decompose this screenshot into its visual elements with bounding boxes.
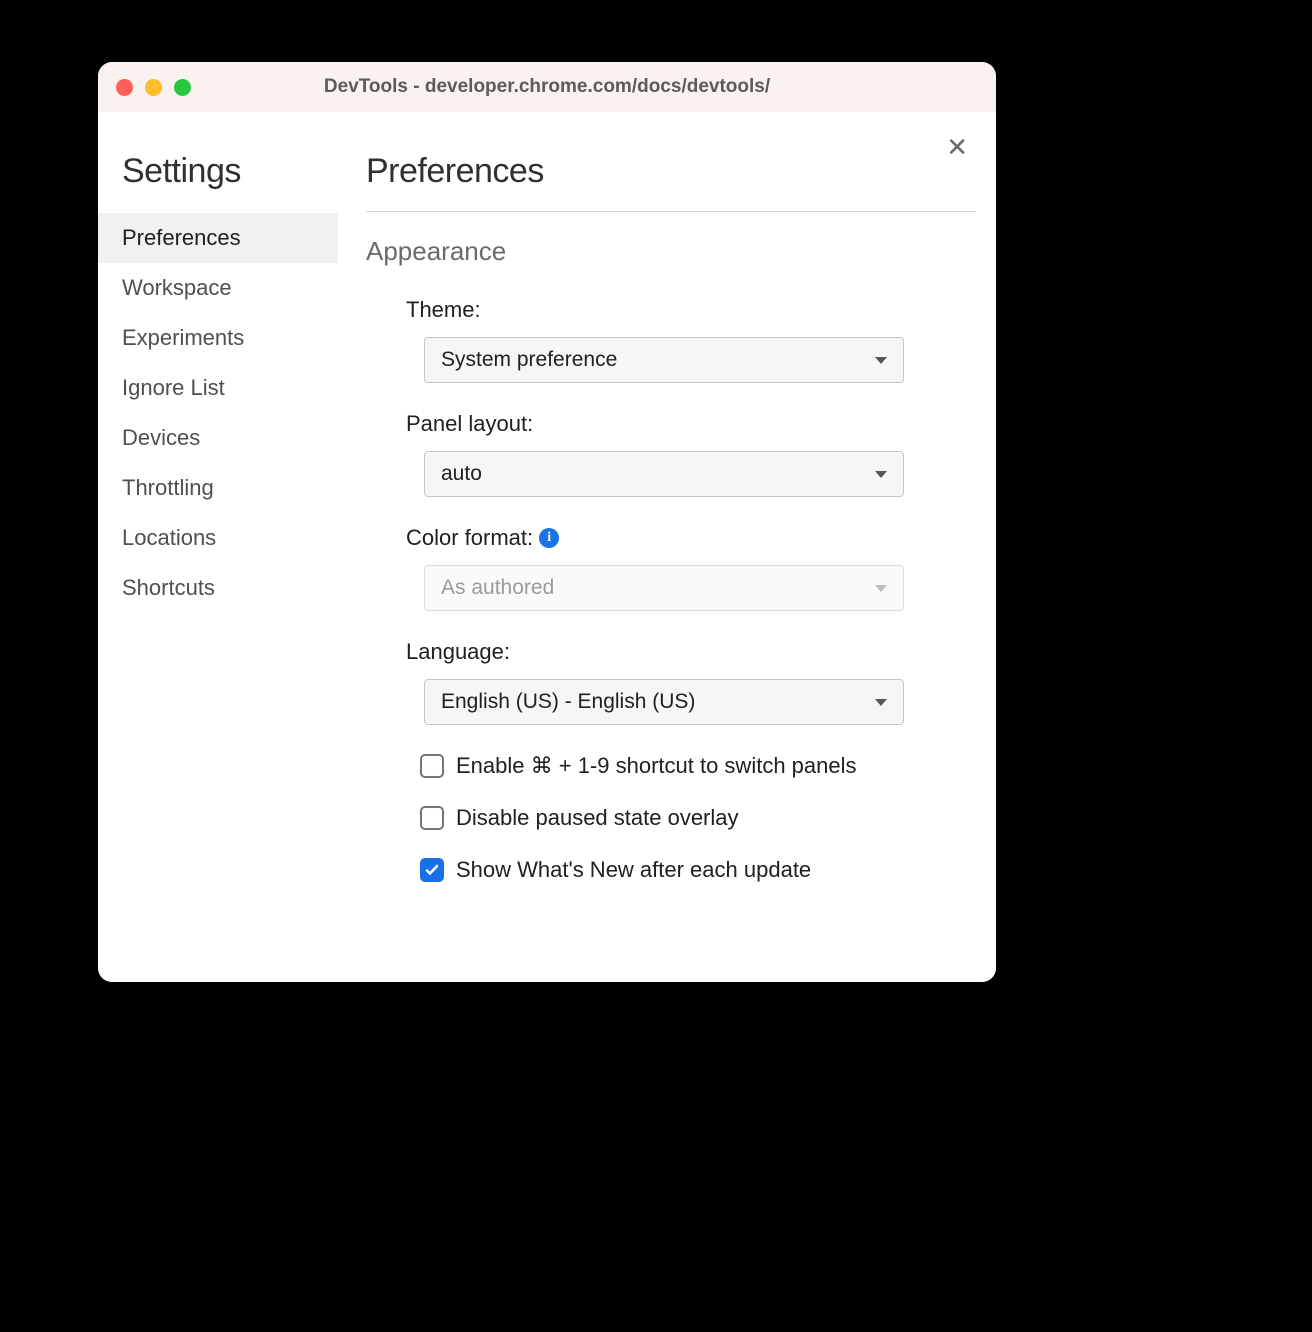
sidebar-title: Settings [122, 152, 338, 191]
color-format-value: As authored [441, 576, 554, 600]
color-format-label: Color format: i [406, 525, 976, 551]
panel-layout-label: Panel layout: [406, 411, 976, 437]
window-title: DevTools - developer.chrome.com/docs/dev… [324, 76, 770, 98]
color-format-label-text: Color format: [406, 525, 533, 551]
sidebar-item-devices[interactable]: Devices [98, 413, 338, 463]
traffic-lights [116, 79, 191, 96]
language-label: Language: [406, 639, 976, 665]
minimize-window-button[interactable] [145, 79, 162, 96]
checkbox-label: Show What's New after each update [456, 857, 811, 883]
field-panel-layout: Panel layout: auto [366, 411, 976, 497]
settings-content: ✕ Settings PreferencesWorkspaceExperimen… [98, 112, 996, 982]
field-color-format: Color format: i As authored [366, 525, 976, 611]
panel-layout-value: auto [441, 462, 482, 486]
theme-select[interactable]: System preference [424, 337, 904, 383]
info-icon[interactable]: i [539, 528, 559, 548]
chevron-down-icon [875, 471, 887, 478]
checkbox-label: Disable paused state overlay [456, 805, 739, 831]
sidebar-item-preferences[interactable]: Preferences [98, 213, 338, 263]
devtools-settings-window: DevTools - developer.chrome.com/docs/dev… [98, 62, 996, 982]
titlebar: DevTools - developer.chrome.com/docs/dev… [98, 62, 996, 112]
section-title-appearance: Appearance [366, 236, 976, 267]
sidebar-item-throttling[interactable]: Throttling [98, 463, 338, 513]
checkbox[interactable] [420, 806, 444, 830]
field-language: Language: English (US) - English (US) [366, 639, 976, 725]
checkbox-row: Enable ⌘ + 1-9 shortcut to switch panels [366, 753, 976, 779]
theme-value: System preference [441, 348, 617, 372]
chevron-down-icon [875, 585, 887, 592]
field-theme: Theme: System preference [366, 297, 976, 383]
theme-label: Theme: [406, 297, 976, 323]
close-icon[interactable]: ✕ [946, 134, 968, 160]
sidebar-item-workspace[interactable]: Workspace [98, 263, 338, 313]
page-title: Preferences [366, 152, 976, 191]
checkbox-label: Enable ⌘ + 1-9 shortcut to switch panels [456, 753, 857, 779]
language-value: English (US) - English (US) [441, 690, 695, 714]
checkbox-list: Enable ⌘ + 1-9 shortcut to switch panels… [366, 753, 976, 883]
color-format-select: As authored [424, 565, 904, 611]
close-window-button[interactable] [116, 79, 133, 96]
sidebar-item-locations[interactable]: Locations [98, 513, 338, 563]
sidebar-item-shortcuts[interactable]: Shortcuts [98, 563, 338, 613]
chevron-down-icon [875, 357, 887, 364]
language-select[interactable]: English (US) - English (US) [424, 679, 904, 725]
chevron-down-icon [875, 699, 887, 706]
checkbox[interactable] [420, 858, 444, 882]
checkbox[interactable] [420, 754, 444, 778]
panel-layout-select[interactable]: auto [424, 451, 904, 497]
settings-main: Preferences Appearance Theme: System pre… [338, 112, 996, 982]
divider [366, 211, 976, 212]
checkbox-row: Show What's New after each update [366, 857, 976, 883]
maximize-window-button[interactable] [174, 79, 191, 96]
sidebar-item-ignore-list[interactable]: Ignore List [98, 363, 338, 413]
settings-sidebar: Settings PreferencesWorkspaceExperiments… [98, 112, 338, 982]
sidebar-nav: PreferencesWorkspaceExperimentsIgnore Li… [98, 213, 338, 613]
sidebar-item-experiments[interactable]: Experiments [98, 313, 338, 363]
checkbox-row: Disable paused state overlay [366, 805, 976, 831]
